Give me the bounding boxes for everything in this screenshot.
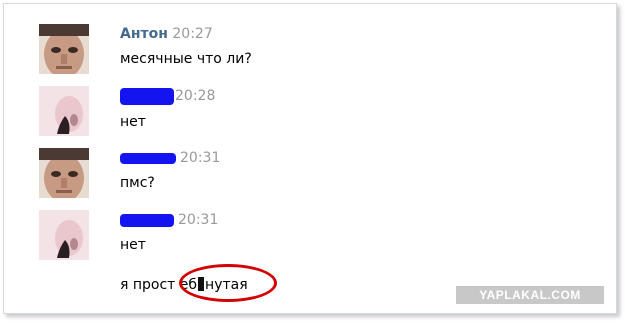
text-part: я прост — [120, 277, 176, 293]
chat-frame — [3, 3, 617, 314]
author-name[interactable]: Антон — [120, 26, 168, 42]
redaction-mark — [120, 88, 174, 105]
message-text: месячные что ли? — [120, 51, 252, 67]
message-text: нет — [120, 237, 146, 253]
watermark: YAPLAKAL.COM — [456, 286, 604, 304]
message-header: Антон 20:27 — [120, 26, 213, 42]
message-header: 20:31 — [180, 150, 220, 166]
message-time: 20:27 — [172, 26, 213, 42]
message-header: 20:28 — [175, 88, 215, 104]
avatar-user[interactable] — [39, 86, 89, 136]
message-header: 20:31 — [178, 212, 218, 228]
redaction-mark — [120, 214, 174, 227]
message-time: 20:31 — [178, 212, 219, 228]
avatar-anton[interactable] — [39, 148, 89, 198]
message-text: пмс? — [120, 175, 155, 191]
red-highlight-circle — [179, 264, 277, 302]
redaction-mark — [120, 153, 176, 164]
message-time: 20:28 — [175, 88, 216, 104]
message-text: нет — [120, 114, 146, 130]
avatar-anton[interactable] — [39, 24, 89, 74]
message-time: 20:31 — [180, 150, 221, 166]
avatar-user[interactable] — [39, 210, 89, 260]
